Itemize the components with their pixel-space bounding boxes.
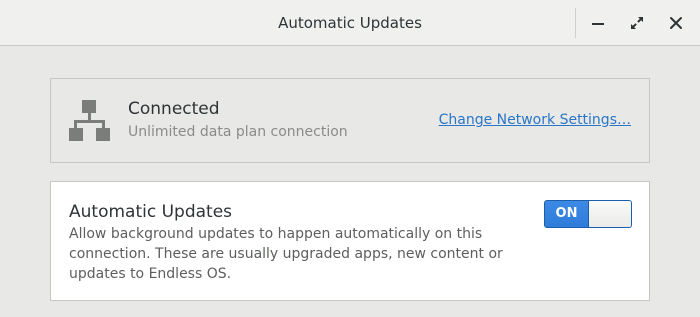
toggle-on-label: ON [545, 201, 588, 227]
change-network-settings-link[interactable]: Change Network Settings… [439, 112, 631, 128]
maximize-button[interactable] [623, 9, 651, 37]
close-icon [670, 17, 682, 29]
network-icon [69, 100, 110, 141]
app-window: Automatic Updates Connected Unlimited da… [0, 0, 700, 317]
close-button[interactable] [662, 9, 690, 37]
connection-status: Connected [128, 99, 220, 119]
header-bar: Automatic Updates [0, 0, 700, 46]
minimize-icon [592, 23, 604, 25]
minimize-button[interactable] [584, 9, 612, 37]
header-separator [575, 8, 576, 38]
maximize-icon [631, 17, 643, 29]
automatic-updates-toggle[interactable]: ON [544, 200, 632, 228]
automatic-updates-description: Allow background updates to happen autom… [69, 226, 503, 282]
automatic-updates-card: Automatic Updates Allow background updat… [50, 181, 650, 301]
network-status-card: Connected Unlimited data plan connection… [50, 78, 650, 163]
connection-detail: Unlimited data plan connection [128, 124, 348, 140]
toggle-knob[interactable] [588, 201, 631, 227]
automatic-updates-title: Automatic Updates [69, 202, 233, 222]
